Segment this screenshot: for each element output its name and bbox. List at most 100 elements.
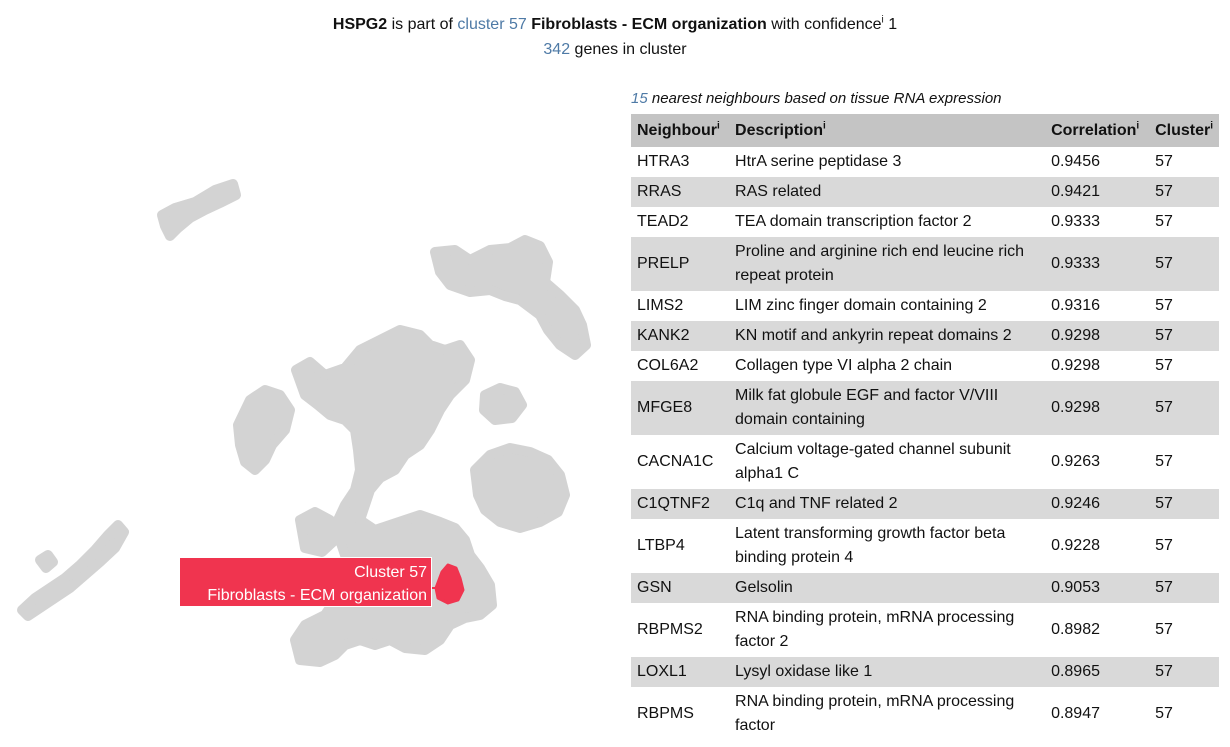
- info-icon[interactable]: i: [823, 120, 826, 131]
- column-header-description[interactable]: Descriptioni: [729, 114, 1046, 147]
- neighbour-cluster[interactable]: 57: [1149, 603, 1219, 657]
- table-row[interactable]: RBPMS2 RNA binding protein, mRNA process…: [631, 603, 1219, 657]
- neighbour-gene[interactable]: LTBP4: [631, 519, 729, 573]
- neighbour-cluster[interactable]: 57: [1149, 519, 1219, 573]
- neighbour-gene[interactable]: TEAD2: [631, 207, 729, 237]
- neighbour-cluster[interactable]: 57: [1149, 687, 1219, 741]
- neighbour-description: Gelsolin: [729, 573, 1046, 603]
- neighbour-correlation: 0.9421: [1045, 177, 1150, 207]
- neighbour-cluster[interactable]: 57: [1149, 381, 1219, 435]
- table-row[interactable]: PRELP Proline and arginine rich end leuc…: [631, 237, 1219, 291]
- cluster-label: Cluster 57 Fibroblasts - ECM organizatio…: [179, 557, 432, 607]
- confidence-text: with confidence: [766, 16, 882, 33]
- neighbour-description: HtrA serine peptidase 3: [735, 153, 902, 170]
- neighbour-correlation: 0.8947: [1051, 705, 1100, 722]
- neighbour-cluster[interactable]: 57: [1149, 147, 1219, 177]
- table-row[interactable]: KANK2 KN motif and ankyrin repeat domain…: [631, 321, 1219, 351]
- neighbour-count-link[interactable]: 15: [631, 90, 648, 107]
- neighbour-gene[interactable]: C1QTNF2: [631, 489, 730, 519]
- neighbour-correlation: 0.9228: [1051, 537, 1100, 554]
- cluster-map[interactable]: [0, 170, 620, 690]
- neighbour-correlation: 0.9456: [1051, 153, 1100, 170]
- neighbour-cluster[interactable]: 57: [1149, 657, 1219, 687]
- column-header-cluster[interactable]: Clusteri: [1149, 114, 1219, 147]
- map-region[interactable]: [157, 179, 241, 241]
- neighbour-description: TEA domain transcription factor 2: [735, 213, 972, 230]
- table-row[interactable]: GSN Gelsolin 0.9053 57: [631, 573, 1219, 603]
- map-region[interactable]: [233, 385, 295, 475]
- neighbour-gene[interactable]: RBPMS2: [631, 603, 729, 657]
- neighbour-gene[interactable]: HTRA3: [631, 147, 729, 177]
- neighbour-gene[interactable]: LIMS2: [631, 291, 729, 321]
- neighbour-cluster[interactable]: 57: [1149, 489, 1219, 519]
- gene-count-link[interactable]: 342: [543, 41, 570, 58]
- table-row[interactable]: C1QTNF2 C1q and TNF related 2 0.9246 57: [631, 489, 1219, 519]
- summary-line-2: 342 genes in cluster: [0, 37, 1230, 62]
- neighbours-title-text: nearest neighbours based on tissue RNA e…: [647, 90, 1002, 107]
- neighbour-cluster[interactable]: 57: [1149, 351, 1219, 381]
- map-region[interactable]: [17, 520, 129, 621]
- neighbour-correlation: 0.9316: [1051, 297, 1100, 314]
- map-region[interactable]: [290, 325, 497, 667]
- table-row[interactable]: RBPMS RNA binding protein, mRNA processi…: [631, 687, 1219, 741]
- column-header-label: Correlation: [1051, 121, 1137, 139]
- neighbour-correlation: 0.9246: [1045, 489, 1150, 519]
- table-row[interactable]: MFGE8 Milk fat globule EGF and factor V/…: [631, 381, 1219, 435]
- cluster-link[interactable]: cluster 57: [457, 16, 526, 33]
- neighbour-cluster[interactable]: 57: [1149, 321, 1219, 351]
- cluster-name: Fibroblasts - ECM organization: [526, 16, 767, 33]
- neighbour-cluster[interactable]: 57: [1149, 573, 1219, 603]
- cluster-label-line-1: Cluster 57: [354, 564, 427, 581]
- neighbour-cluster[interactable]: 57: [1149, 435, 1219, 489]
- column-header-label: Description: [735, 121, 824, 139]
- neighbour-gene[interactable]: PRELP: [631, 237, 730, 291]
- neighbour-correlation: 0.9298: [1045, 381, 1150, 435]
- neighbour-gene[interactable]: COL6A2: [631, 351, 729, 381]
- summary-text: is part of: [387, 16, 458, 33]
- neighbour-gene[interactable]: RBPMS: [631, 687, 729, 741]
- table-row[interactable]: LOXL1 Lysyl oxidase like 1 0.8965 57: [631, 657, 1219, 687]
- cluster-map-svg: [17, 179, 591, 667]
- table-row[interactable]: HTRA3 HtrA serine peptidase 3 0.9456 57: [631, 147, 1219, 177]
- neighbour-gene[interactable]: RRAS: [631, 177, 730, 207]
- column-header-neighbour[interactable]: Neighbouri: [631, 114, 730, 147]
- neighbour-description: RAS related: [729, 177, 1046, 207]
- neighbour-description: Lysyl oxidase like 1: [729, 657, 1046, 687]
- column-header-label: Neighbour: [637, 121, 717, 139]
- neighbour-description: RNA binding protein, mRNA processing fac…: [735, 693, 1015, 734]
- table-row[interactable]: RRAS RAS related 0.9421 57: [631, 177, 1219, 207]
- table-row[interactable]: LTBP4 Latent transforming growth factor …: [631, 519, 1219, 573]
- table-row[interactable]: LIMS2 LIM zinc finger domain containing …: [631, 291, 1219, 321]
- column-header-correlation[interactable]: Correlationi: [1045, 114, 1150, 147]
- neighbour-correlation: 0.8965: [1045, 657, 1150, 687]
- neighbour-gene[interactable]: KANK2: [631, 321, 730, 351]
- map-region[interactable]: [470, 443, 570, 533]
- neighbour-cluster[interactable]: 57: [1149, 291, 1219, 321]
- map-region[interactable]: [430, 235, 591, 360]
- gene-count-text: genes in cluster: [570, 41, 687, 58]
- info-icon[interactable]: i: [1136, 120, 1139, 131]
- cluster-label-line-2: Fibroblasts - ECM organization: [207, 587, 427, 604]
- neighbour-gene[interactable]: GSN: [631, 573, 730, 603]
- neighbour-correlation: 0.9333: [1045, 237, 1150, 291]
- neighbour-cluster[interactable]: 57: [1149, 237, 1219, 291]
- map-region[interactable]: [295, 507, 340, 557]
- info-icon[interactable]: i: [1210, 120, 1213, 131]
- neighbour-cluster[interactable]: 57: [1149, 177, 1219, 207]
- table-header-row: Neighbouri Descriptioni Correlationi Clu…: [631, 114, 1219, 147]
- neighbour-description: Latent transforming growth factor beta b…: [735, 525, 1006, 566]
- map-region[interactable]: [479, 383, 527, 425]
- table-row[interactable]: CACNA1C Calcium voltage-gated channel su…: [631, 435, 1219, 489]
- neighbour-gene[interactable]: LOXL1: [631, 657, 730, 687]
- map-region[interactable]: [35, 550, 58, 573]
- info-icon[interactable]: i: [717, 120, 720, 131]
- table-row[interactable]: COL6A2 Collagen type VI alpha 2 chain 0.…: [631, 351, 1219, 381]
- neighbour-cluster[interactable]: 57: [1149, 207, 1219, 237]
- neighbour-description: Milk fat globule EGF and factor V/VIII d…: [729, 381, 1046, 435]
- table-row[interactable]: TEAD2 TEA domain transcription factor 2 …: [631, 207, 1219, 237]
- neighbour-correlation: 0.9333: [1051, 213, 1100, 230]
- neighbour-gene[interactable]: MFGE8: [631, 381, 730, 435]
- neighbour-gene[interactable]: CACNA1C: [631, 435, 729, 489]
- neighbours-title: 15 nearest neighbours based on tissue RN…: [631, 90, 1002, 107]
- neighbour-correlation: 0.9298: [1045, 321, 1150, 351]
